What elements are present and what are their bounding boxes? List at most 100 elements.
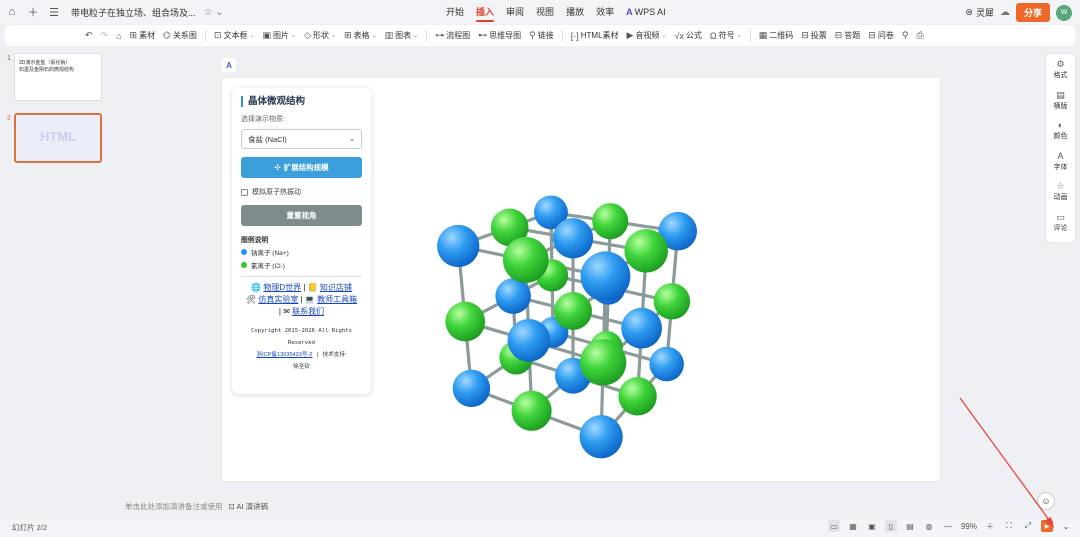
- fullscreen-icon[interactable]: ⤢: [1022, 520, 1034, 532]
- panel-title: 晶体微观结构: [241, 96, 362, 107]
- sodium-ion: [437, 224, 480, 268]
- toolbar-item[interactable]: ⊞ 素材: [130, 30, 156, 41]
- chloride-ion: [554, 292, 592, 330]
- assistant-mascot-icon[interactable]: ☺: [1037, 492, 1055, 510]
- toolbar-item[interactable]: ⊷ 思维导图: [478, 30, 521, 41]
- link-contact-us[interactable]: 联系我们: [292, 307, 324, 316]
- grid-view-icon[interactable]: ▦: [847, 520, 859, 532]
- sodium-ion: [621, 307, 663, 349]
- slide-thumbnail-1[interactable]: 3D演示金盐（氯化钠） 石墨及金刚石的微观结构: [14, 53, 102, 101]
- link-sim-lab[interactable]: 仿真实验室: [258, 295, 298, 304]
- toolbar-item[interactable]: ▥ 图表 ⌄: [385, 30, 419, 41]
- toolbar-item-icon: ⊟: [834, 30, 843, 40]
- share-button[interactable]: 分享: [1015, 3, 1050, 22]
- sidebar-animation-label: 动画: [1053, 194, 1068, 201]
- toolbar-item[interactable]: ⚲ 链接: [529, 30, 554, 41]
- chevron-down-icon: ⌄: [349, 136, 355, 143]
- move-icon: ✣: [274, 163, 281, 172]
- sidebar-animation[interactable]: ☆ 动画: [1054, 181, 1068, 212]
- toolbar-item[interactable]: [·] HTML素材: [571, 30, 619, 41]
- toolbar-item-label: 图片: [273, 31, 290, 40]
- format-painter-icon[interactable]: ⌂: [116, 31, 121, 41]
- toolbar-item[interactable]: ⌬ 关系图: [163, 30, 197, 41]
- sidebar-layout[interactable]: ▤ 横版: [1054, 90, 1068, 121]
- sidebar-comment[interactable]: ▭ 评论: [1054, 212, 1068, 243]
- document-title[interactable]: 带电粒子在独立场、组合场及...: [71, 6, 196, 19]
- tab-wps-ai[interactable]: A WPS AI: [620, 0, 672, 24]
- fit-window-icon[interactable]: ⛶: [1003, 520, 1015, 532]
- toolbar-item-icon: ▦: [758, 30, 768, 40]
- toolbar-item[interactable]: ▦ 二维码: [759, 30, 794, 41]
- toolbar-item-label: 链接: [537, 31, 554, 40]
- sidebar-color[interactable]: ◐ 颜色: [1054, 120, 1068, 151]
- chloride-ion: [592, 203, 629, 240]
- search-icon[interactable]: ⚲: [902, 30, 909, 41]
- tab-efficiency[interactable]: 效率: [590, 0, 620, 24]
- toolbar-item-label: 图表: [395, 31, 412, 40]
- sidebar-font[interactable]: A 字体: [1054, 151, 1068, 182]
- toolbar-item[interactable]: ⊞ 表格 ⌄: [344, 30, 377, 41]
- substance-select[interactable]: 食盐 (NaCl) ⌄: [241, 129, 362, 149]
- chloride-ion: [502, 237, 549, 283]
- speaker-notes-bar[interactable]: 单击此处添加演讲备注或使用 ⊡ AI 演讲稿: [125, 501, 268, 512]
- star-icon[interactable]: ☆ ⌄: [204, 7, 224, 18]
- toolbar-item-icon: ⊞: [129, 30, 138, 40]
- toolbar-item[interactable]: ▣ 图片 ⌄: [263, 30, 297, 41]
- ai-speech-draft-button[interactable]: ⊡ AI 演讲稿: [229, 501, 269, 512]
- toolbar-item[interactable]: ⊟ 投票: [801, 30, 827, 41]
- link-physics-world[interactable]: 物理D世界: [263, 283, 301, 292]
- chloride-ion: [445, 301, 486, 342]
- thermal-vibration-toggle[interactable]: 模拟原子热振动: [241, 187, 362, 197]
- zoom-in-icon[interactable]: ＋: [984, 520, 996, 532]
- tab-start[interactable]: 开始: [440, 0, 470, 24]
- normal-view-icon[interactable]: ▭: [827, 520, 840, 532]
- notes-view-icon[interactable]: ▯: [884, 520, 897, 532]
- thermal-vibration-checkbox[interactable]: [241, 188, 248, 196]
- tab-play[interactable]: 播放: [560, 0, 590, 24]
- crystal-lattice-3d-view[interactable]: [395, 135, 750, 475]
- toolbar-item-icon: ⊷: [478, 30, 488, 40]
- icp-link[interactable]: 浙ICP备13035423号-2: [256, 352, 312, 358]
- tab-view[interactable]: 视图: [530, 0, 560, 24]
- toolbar-item-icon: ⊶: [435, 30, 445, 40]
- toolbar-item-icon: ⊡: [213, 30, 222, 40]
- tab-insert[interactable]: 插入: [470, 0, 500, 24]
- new-tab-icon[interactable]: ＋: [24, 3, 42, 21]
- toolbar-item-icon: ▥: [384, 30, 394, 40]
- toolbar-item[interactable]: ◇ 形状 ⌄: [304, 30, 336, 41]
- legend-title: 图例说明: [241, 237, 269, 244]
- cloud-icon[interactable]: ☁: [1000, 7, 1010, 18]
- toolbar-item[interactable]: ▶ 音视频 ⌄: [627, 30, 667, 41]
- outline-view-icon[interactable]: ▤: [904, 520, 916, 532]
- sidebar-format[interactable]: ⚙ 格式: [1054, 59, 1068, 90]
- print-icon[interactable]: ⎙: [916, 30, 923, 41]
- zoom-level[interactable]: 99%: [961, 522, 977, 531]
- toolbar-item[interactable]: ⊶ 流程图: [435, 30, 470, 41]
- expand-structure-button[interactable]: ✣ 扩展结构规模: [241, 157, 362, 178]
- play-slideshow-button[interactable]: ▶: [1041, 520, 1053, 532]
- play-options-chevron-icon[interactable]: ⌄: [1060, 520, 1072, 532]
- lingxi-button[interactable]: ⊜ 灵犀: [965, 6, 994, 19]
- toolbar-item-label: 二维码: [769, 31, 794, 40]
- zoom-out-icon[interactable]: —: [942, 520, 954, 532]
- reading-view-icon[interactable]: ▣: [866, 520, 878, 532]
- slide-thumbnail-2[interactable]: HTML: [14, 113, 102, 163]
- avatar[interactable]: W: [1056, 4, 1072, 21]
- toolbar-item[interactable]: ⊡ 文本框 ⌄: [214, 30, 255, 41]
- menu-icon[interactable]: ☰: [45, 3, 63, 21]
- home-icon[interactable]: ⌂: [3, 3, 21, 21]
- redo-icon[interactable]: ↷: [101, 30, 109, 41]
- toolbar-item[interactable]: ⊟ 答题: [835, 30, 861, 41]
- link-knowledge-shop[interactable]: 知识店铺: [320, 283, 352, 292]
- undo-icon[interactable]: ↶: [85, 30, 93, 41]
- toolbar-item[interactable]: ⊟ 问卷: [868, 30, 894, 41]
- theme-icon[interactable]: ◍: [923, 520, 935, 532]
- toolbar-item[interactable]: √x 公式: [674, 30, 701, 41]
- ai-layout-icon[interactable]: A: [222, 58, 236, 72]
- toolbar-item-icon: [·]: [570, 30, 579, 41]
- link-teacher-toolbox[interactable]: 教师工具箱: [317, 295, 357, 304]
- tab-review[interactable]: 审阅: [500, 0, 530, 24]
- reset-view-button[interactable]: 重置视角: [241, 205, 362, 226]
- toolbar-item[interactable]: Ω 符号 ⌄: [710, 30, 742, 41]
- chevron-down-icon: ⌄: [291, 33, 297, 39]
